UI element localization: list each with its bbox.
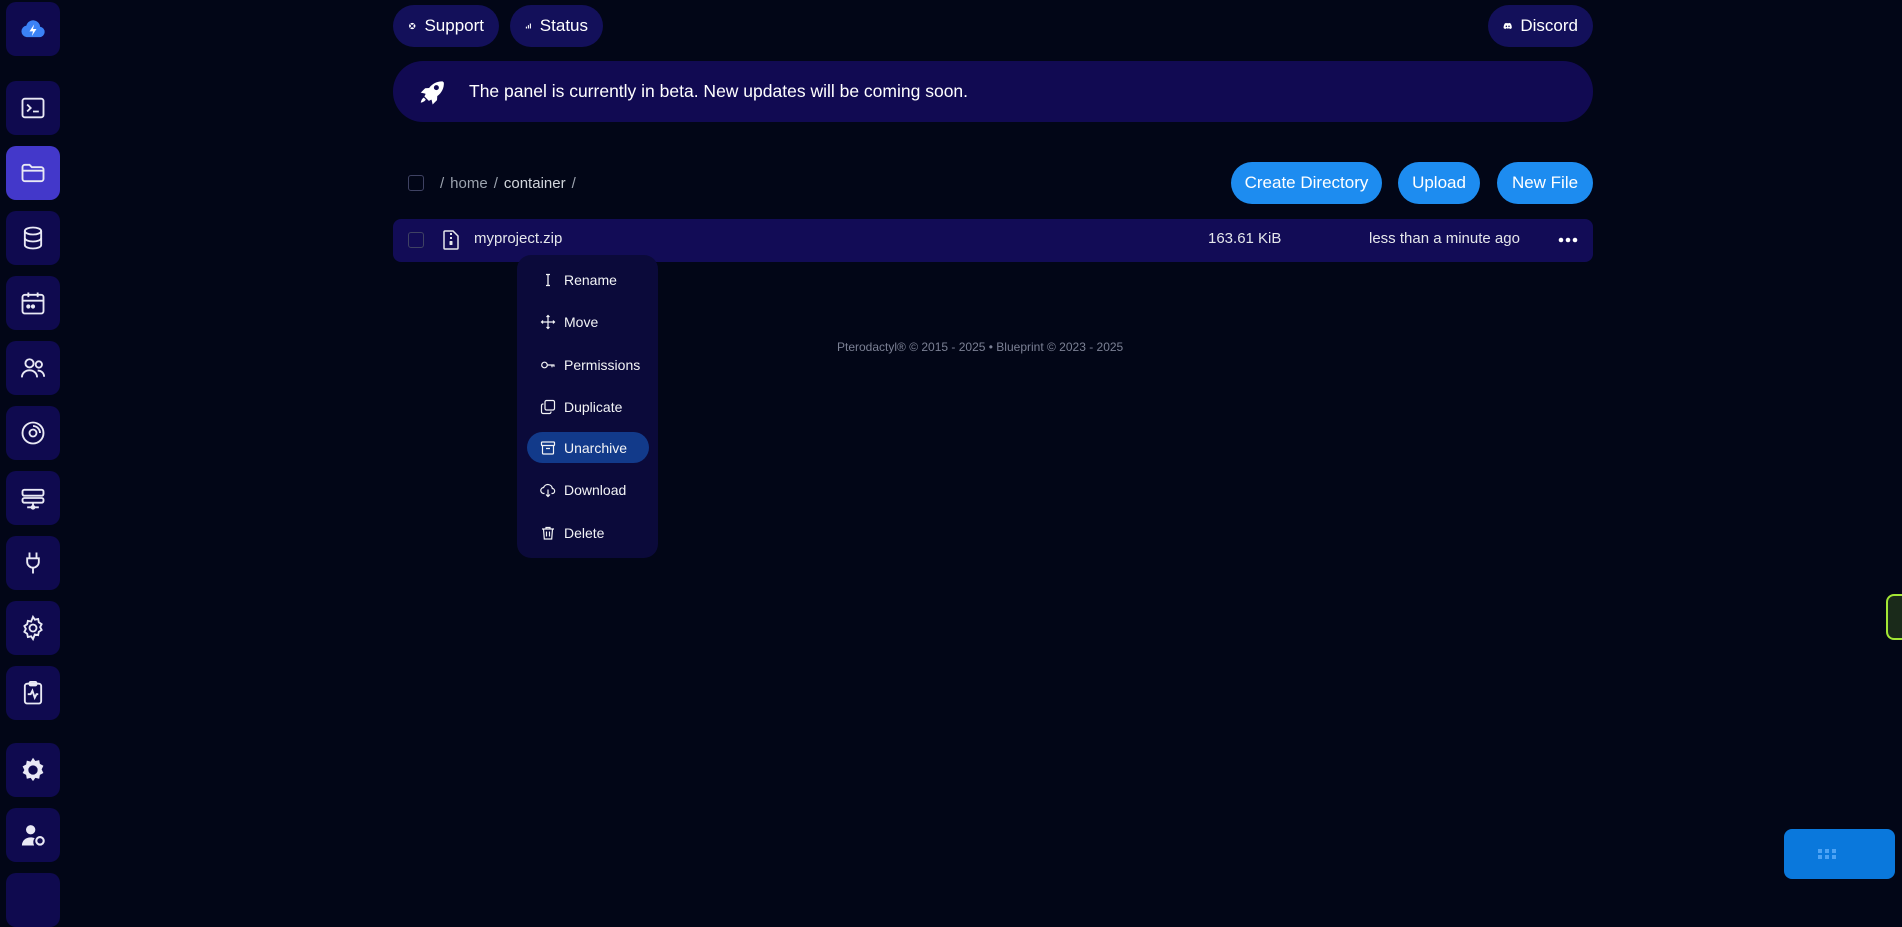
menu-item-label: Permissions — [564, 356, 641, 373]
text-cursor-icon — [546, 273, 550, 286]
footer-credits: Pterodactyl® © 2015 - 2025 • Blueprint ©… — [837, 340, 1124, 354]
breadcrumb-container[interactable]: container — [504, 175, 566, 192]
account-user-icon — [21, 825, 45, 846]
menu-item-label: Rename — [564, 271, 617, 288]
menu-item-label: Delete — [564, 524, 605, 541]
sidebar-item-schedules[interactable] — [6, 276, 60, 330]
new-file-button[interactable]: New File — [1497, 162, 1593, 204]
discord-icon — [1503, 22, 1512, 30]
floating-widget-button[interactable] — [1784, 829, 1895, 879]
sidebar-item-activity[interactable] — [6, 666, 60, 720]
sidebar-item-admin[interactable] — [6, 743, 60, 797]
activity-clipboard-icon — [23, 680, 43, 705]
sidebar-item-more[interactable] — [6, 873, 60, 927]
rocket-icon — [420, 80, 444, 104]
menu-item-label: Move — [564, 313, 599, 330]
discord-label: Discord — [1520, 16, 1578, 35]
file-size: 163.61 KiB — [1208, 230, 1282, 247]
database-icon — [23, 226, 43, 250]
sidebar-item-startup[interactable] — [6, 536, 60, 590]
key-icon — [541, 361, 555, 368]
cloud-lightning-logo-icon — [21, 20, 45, 38]
lifebuoy-icon — [409, 22, 416, 30]
file-modified: less than a minute ago — [1369, 230, 1520, 247]
sidebar-item-databases[interactable] — [6, 211, 60, 265]
zip-file-icon — [443, 230, 459, 250]
more-options-icon[interactable] — [1556, 232, 1580, 248]
menu-item-permissions[interactable]: Permissions — [527, 349, 649, 380]
plug-icon — [26, 552, 40, 574]
support-button[interactable]: Support — [393, 5, 499, 47]
move-arrows-icon — [540, 314, 556, 329]
edge-extension-tab[interactable] — [1886, 594, 1902, 640]
disc-backup-icon — [21, 421, 45, 445]
users-icon — [20, 358, 46, 378]
menu-item-label: Duplicate — [564, 398, 623, 415]
breadcrumb: / home / container / — [440, 174, 576, 192]
admin-gear-icon — [22, 757, 44, 782]
upload-button[interactable]: Upload — [1398, 162, 1480, 204]
sidebar-item-console[interactable] — [6, 81, 60, 135]
beta-banner: The panel is currently in beta. New upda… — [393, 61, 1593, 122]
menu-item-rename[interactable]: Rename — [527, 264, 649, 295]
create-directory-button[interactable]: Create Directory — [1231, 162, 1382, 204]
menu-item-label: Download — [564, 481, 627, 498]
folder-icon — [21, 163, 45, 183]
menu-item-delete[interactable]: Delete — [527, 517, 649, 548]
menu-item-download[interactable]: Download — [527, 474, 649, 505]
settings-gear-icon — [23, 614, 43, 642]
trash-icon — [542, 526, 554, 540]
banner-message: The panel is currently in beta. New upda… — [469, 81, 969, 101]
sidebar-item-backups[interactable] — [6, 406, 60, 460]
network-icon — [21, 488, 45, 510]
discord-button[interactable]: Discord — [1488, 5, 1593, 47]
sidebar — [0, 0, 66, 927]
grid-dots-icon — [1818, 849, 1836, 859]
sidebar-item-users[interactable] — [6, 341, 60, 395]
menu-item-duplicate[interactable]: Duplicate — [527, 391, 649, 422]
menu-item-unarchive[interactable]: Unarchive — [527, 432, 649, 463]
cloud-download-icon — [540, 483, 556, 497]
menu-item-move[interactable]: Move — [527, 306, 649, 337]
status-button[interactable]: Status — [510, 5, 603, 47]
support-label: Support — [424, 16, 484, 35]
sidebar-item-settings[interactable] — [6, 601, 60, 655]
signal-bars-icon — [525, 23, 531, 29]
breadcrumb-home[interactable]: home — [450, 175, 488, 192]
select-all-checkbox[interactable] — [408, 175, 424, 191]
calendar-icon — [21, 292, 45, 315]
status-label: Status — [539, 16, 588, 35]
sidebar-item-account[interactable] — [6, 808, 60, 862]
logo-button[interactable] — [6, 2, 60, 56]
file-row-checkbox[interactable] — [408, 232, 424, 248]
sidebar-item-files[interactable] — [6, 146, 60, 200]
menu-item-label: Unarchive — [564, 439, 628, 456]
copy-icon — [540, 399, 556, 414]
sidebar-item-network[interactable] — [6, 471, 60, 525]
file-name[interactable]: myproject.zip — [474, 230, 562, 247]
archive-box-icon — [540, 440, 556, 455]
terminal-icon — [21, 97, 45, 119]
